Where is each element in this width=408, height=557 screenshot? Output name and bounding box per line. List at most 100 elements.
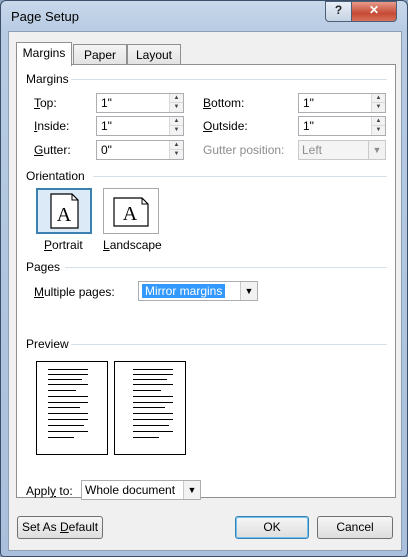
multiple-pages-label: Multiple pages: (34, 285, 115, 299)
gutter-spinner[interactable]: 0" ▲ ▼ (96, 140, 184, 160)
text-line (48, 379, 82, 380)
portrait-page-icon: A (50, 193, 79, 229)
bottom-margin-value: 1" (303, 96, 314, 110)
tab-label: Margins (22, 46, 66, 60)
chevron-down-icon[interactable]: ▼ (183, 481, 200, 499)
text-line (133, 437, 159, 438)
margins-section-label: Margins (26, 72, 69, 86)
text-line (48, 407, 80, 408)
portrait-option[interactable]: A (36, 188, 92, 234)
outside-margin-value: 1" (303, 119, 314, 133)
chevron-down-icon: ▼ (368, 141, 385, 159)
text-line (48, 390, 76, 391)
spin-down-icon[interactable]: ▼ (170, 126, 183, 135)
top-label: Top: (34, 96, 57, 110)
ok-button[interactable]: OK (235, 516, 309, 539)
apply-to-label: Apply to: (26, 484, 73, 498)
text-line (48, 413, 88, 414)
close-button[interactable]: ✕ (351, 1, 397, 22)
spinner-arrows: ▲ ▼ (169, 141, 183, 159)
text-line (133, 384, 173, 385)
text-line (133, 413, 173, 414)
text-line (48, 396, 88, 397)
apply-to-value: Whole document (85, 483, 176, 497)
svg-text:A: A (123, 203, 138, 225)
spin-up-icon[interactable]: ▲ (372, 117, 385, 126)
dialog-title: Page Setup (11, 9, 79, 24)
help-button[interactable]: ? (325, 1, 352, 22)
inside-margin-value: 1" (101, 119, 112, 133)
text-line (133, 431, 173, 432)
text-line (48, 402, 88, 403)
preview-right-page (114, 361, 186, 455)
gutter-position-select: Left ▼ (298, 140, 386, 160)
apply-to-select[interactable]: Whole document ▼ (81, 480, 201, 500)
outside-label: Outside: (203, 119, 248, 133)
section-divider (71, 344, 387, 345)
gutter-position-label: Gutter position: (203, 143, 285, 157)
spin-up-icon[interactable]: ▲ (170, 94, 183, 103)
text-line (133, 379, 167, 380)
spin-up-icon[interactable]: ▲ (170, 117, 183, 126)
text-line (133, 390, 161, 391)
spin-down-icon[interactable]: ▼ (372, 126, 385, 135)
preview-section-label: Preview (26, 337, 69, 351)
cancel-button[interactable]: Cancel (317, 516, 393, 539)
text-line (48, 431, 88, 432)
portrait-label[interactable]: Portrait (44, 238, 83, 252)
gutter-label: Gutter: (34, 143, 71, 157)
gutter-value: 0" (101, 143, 112, 157)
text-line (133, 407, 165, 408)
spin-down-icon[interactable]: ▼ (170, 150, 183, 159)
text-line (133, 396, 173, 397)
landscape-option[interactable]: A (103, 188, 159, 234)
bottom-label: Bottom: (203, 96, 245, 110)
margins-tab-panel: Margins Top: 1" ▲ ▼ Bottom: 1" ▲ ▼ Insid… (16, 64, 396, 500)
dialog-client-area: Margins Paper Layout Margins Top: 1" ▲ ▼… (8, 31, 402, 551)
text-line (48, 369, 88, 370)
svg-text:A: A (57, 204, 72, 226)
text-line (48, 374, 88, 375)
page-setup-dialog: Page Setup ? ✕ Margins Paper Layout Marg… (0, 0, 408, 557)
inside-label: Inside: (34, 119, 70, 133)
spinner-arrows: ▲ ▼ (371, 94, 385, 112)
section-divider (93, 176, 387, 177)
inside-margin-spinner[interactable]: 1" ▲ ▼ (96, 116, 184, 136)
spin-up-icon[interactable]: ▲ (170, 141, 183, 150)
spin-down-icon[interactable]: ▼ (372, 103, 385, 112)
tab-paper[interactable]: Paper (73, 44, 127, 65)
pages-section-label: Pages (26, 260, 61, 274)
gutter-position-value: Left (302, 143, 323, 157)
section-divider (71, 79, 387, 80)
text-line (48, 425, 84, 426)
spinner-arrows: ▲ ▼ (169, 94, 183, 112)
text-line (133, 419, 173, 420)
spin-up-icon[interactable]: ▲ (372, 94, 385, 103)
text-line (133, 369, 173, 370)
top-margin-spinner[interactable]: 1" ▲ ▼ (96, 93, 184, 113)
outside-margin-spinner[interactable]: 1" ▲ ▼ (298, 116, 386, 136)
section-divider (65, 267, 387, 268)
set-as-default-button[interactable]: Set As Default (17, 516, 103, 539)
text-line (48, 437, 74, 438)
bottom-margin-spinner[interactable]: 1" ▲ ▼ (298, 93, 386, 113)
spinner-arrows: ▲ ▼ (169, 117, 183, 135)
spinner-arrows: ▲ ▼ (371, 117, 385, 135)
text-line (133, 425, 169, 426)
top-margin-value: 1" (101, 96, 112, 110)
multiple-pages-value: Mirror margins (142, 284, 226, 298)
tab-label: Paper (83, 48, 117, 62)
multiple-pages-select[interactable]: Mirror margins ▼ (138, 281, 258, 301)
landscape-page-icon: A (113, 197, 149, 227)
landscape-label[interactable]: Landscape (103, 238, 162, 252)
chevron-down-icon[interactable]: ▼ (240, 282, 257, 300)
tab-label: Layout (135, 48, 173, 62)
tab-margins[interactable]: Margins (16, 42, 72, 66)
title-bar: Page Setup ? ✕ (1, 1, 407, 31)
tab-layout[interactable]: Layout (127, 44, 181, 65)
text-line (48, 384, 88, 385)
spin-down-icon[interactable]: ▼ (170, 103, 183, 112)
text-line (133, 402, 173, 403)
text-line (133, 374, 173, 375)
text-line (48, 419, 88, 420)
